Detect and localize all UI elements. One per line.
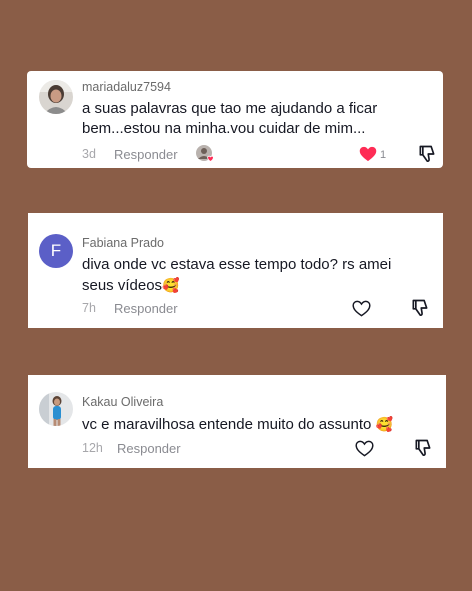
like-heart-icon[interactable] xyxy=(359,146,377,162)
reply-button[interactable]: Responder xyxy=(117,441,181,456)
comment-text-segment: vc e maravilhosa entende muito do assunt… xyxy=(82,416,372,433)
dislike-icon[interactable] xyxy=(417,144,437,164)
comment-timestamp: 3d xyxy=(82,147,96,161)
smiling-face-hearts-emoji: 🥰 xyxy=(162,277,180,293)
comment-timestamp: 12h xyxy=(82,441,103,455)
comment-text-line: vc e maravilhosa entende muito do assunt… xyxy=(82,414,393,435)
like-heart-icon[interactable] xyxy=(355,440,374,457)
like-heart-icon[interactable] xyxy=(352,300,371,317)
comment-text-line: diva onde vc estava esse tempo todo? rs … xyxy=(82,256,392,273)
dislike-icon[interactable] xyxy=(413,438,433,458)
avatar[interactable] xyxy=(39,80,73,114)
reply-button[interactable]: Responder xyxy=(114,147,178,162)
comment-username[interactable]: Kakau Oliveira xyxy=(82,395,163,409)
comment-timestamp: 7h xyxy=(82,301,96,315)
smiling-face-hearts-emoji: 🥰 xyxy=(375,416,393,432)
avatar[interactable] xyxy=(39,392,73,426)
comment-card: F Fabiana Prado diva onde vc estava esse… xyxy=(28,213,443,328)
dislike-icon[interactable] xyxy=(410,298,430,318)
comment-username[interactable]: mariadaluz7594 xyxy=(82,80,171,94)
comment-text-line: seus vídeos🥰 xyxy=(82,275,179,296)
comment-text-line: a suas palavras que tao me ajudando a fi… xyxy=(82,100,378,117)
like-count: 1 xyxy=(380,149,387,161)
avatar[interactable]: F xyxy=(39,234,73,268)
reply-button[interactable]: Responder xyxy=(114,301,178,316)
comment-text-line: bem...estou na minha.vou cuidar de mim..… xyxy=(82,120,366,137)
comment-card: mariadaluz7594 a suas palavras que tao m… xyxy=(27,71,443,168)
creator-liked-avatar-icon xyxy=(195,144,215,163)
comment-text-segment: seus vídeos xyxy=(82,277,163,294)
comment-username[interactable]: Fabiana Prado xyxy=(82,236,164,250)
comment-card: Kakau Oliveira vc e maravilhosa entende … xyxy=(28,375,446,468)
